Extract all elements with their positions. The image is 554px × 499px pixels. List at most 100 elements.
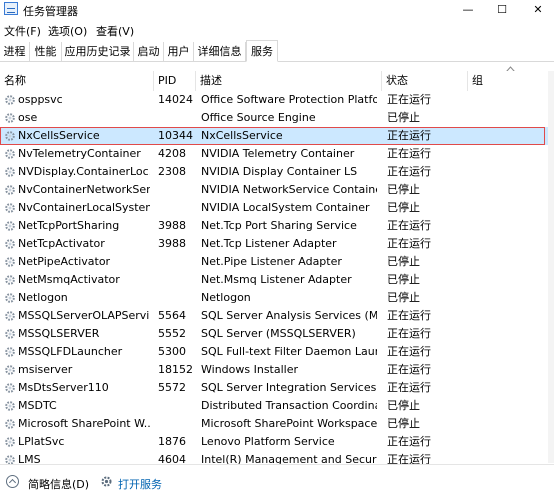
service-name: msiserver	[18, 363, 73, 376]
service-row[interactable]: NetPipeActivator Net.Pipe Listener Adapte…	[0, 253, 548, 271]
col-status[interactable]: 状态	[382, 71, 468, 91]
service-gear-icon	[5, 149, 15, 159]
service-row[interactable]: LPlatSvc 1876 Lenovo Platform Service 正在运行	[0, 433, 548, 451]
service-description: NVIDIA LocalSystem Container	[201, 201, 370, 214]
service-description: SQL Server Integration Services ...	[201, 381, 377, 394]
service-pid: 3988	[158, 219, 186, 232]
service-name: MsDtsServer110	[18, 381, 109, 394]
service-description: Windows Installer	[201, 363, 299, 376]
service-name: NvContainerNetworkSer...	[18, 183, 150, 196]
menu-options[interactable]: 选项(O)	[48, 23, 87, 39]
service-status: 已停止	[387, 111, 420, 124]
service-status: 正在运行	[387, 165, 431, 178]
service-name: Microsoft SharePoint W...	[18, 417, 150, 430]
service-pid: 5552	[158, 327, 186, 340]
service-name: NetPipeActivator	[18, 255, 111, 268]
col-group[interactable]: 组	[468, 71, 548, 91]
service-status: 正在运行	[387, 93, 431, 106]
service-name: MSSQLServerOLAPService	[18, 309, 150, 322]
tab-startup[interactable]: 启动	[134, 42, 164, 61]
service-status: 正在运行	[387, 309, 431, 322]
service-row[interactable]: msiserver 18152 Windows Installer 正在运行	[0, 361, 548, 379]
service-description: Net.Tcp Listener Adapter	[201, 237, 337, 250]
service-pid: 18152	[158, 363, 193, 376]
service-pid	[158, 289, 196, 307]
tab-users[interactable]: 用户	[164, 42, 194, 61]
col-description[interactable]: 描述	[196, 71, 382, 91]
service-gear-icon	[5, 113, 15, 123]
service-gear-icon	[5, 95, 15, 105]
service-status: 已停止	[387, 255, 420, 268]
service-row[interactable]: MSSQLFDLauncher 5300 SQL Full-text Filter …	[0, 343, 548, 361]
service-row[interactable]: MSSQLServerOLAPService 5564 SQL Server Ana…	[0, 307, 548, 325]
service-description: Net.Msmq Listener Adapter	[201, 273, 352, 286]
window-title: 任务管理器	[23, 5, 78, 18]
service-row[interactable]: MsDtsServer110 5572 SQL Server Integration…	[0, 379, 548, 397]
service-description: Office Software Protection Platfo	[201, 93, 377, 106]
service-gear-icon	[5, 311, 15, 321]
service-row[interactable]: NxCellsService 10344 NxCellsService 正在运行	[0, 127, 548, 145]
title-bar: 任务管理器 — ☐ ✕	[0, 0, 554, 20]
service-row[interactable]: NVDisplay.ContainerLoc... 2308 NVIDIA Disp…	[0, 163, 548, 181]
service-pid: 3988	[158, 237, 186, 250]
service-gear-icon	[5, 293, 15, 303]
chevron-up-circle-icon[interactable]	[6, 475, 19, 488]
minimize-button[interactable]: —	[454, 0, 482, 20]
service-description: Net.Tcp Port Sharing Service	[201, 219, 357, 232]
col-name[interactable]: 名称	[0, 71, 154, 91]
services-gear-icon	[101, 476, 112, 487]
service-name: NvContainerLocalSystem	[18, 201, 150, 214]
service-row[interactable]: ose Office Source Engine 已停止	[0, 109, 548, 127]
menu-view[interactable]: 查看(V)	[96, 23, 134, 39]
service-gear-icon	[5, 221, 15, 231]
service-gear-icon	[5, 347, 15, 357]
service-status: 正在运行	[387, 345, 431, 358]
service-row[interactable]: NetTcpPortSharing 3988 Net.Tcp Port Sharin…	[0, 217, 548, 235]
fewer-details-button[interactable]: 简略信息(D)	[28, 476, 89, 492]
service-name: osppsvc	[18, 93, 63, 106]
service-description: Office Source Engine	[201, 111, 316, 124]
service-row[interactable]: NvContainerLocalSystem NVIDIA LocalSystem…	[0, 199, 548, 217]
service-description: Net.Pipe Listener Adapter	[201, 255, 342, 268]
close-button[interactable]: ✕	[524, 0, 552, 20]
service-row[interactable]: Netlogon Netlogon 已停止	[0, 289, 548, 307]
service-pid: 14024	[158, 93, 193, 106]
maximize-button[interactable]: ☐	[488, 0, 516, 20]
service-row[interactable]: osppsvc 14024 Office Software Protection P…	[0, 91, 548, 109]
open-services-link[interactable]: 打开服务	[118, 476, 162, 492]
service-row[interactable]: NvTelemetryContainer 4208 NVIDIA Telemetry…	[0, 145, 548, 163]
service-pid	[158, 271, 196, 289]
service-status: 正在运行	[387, 129, 431, 142]
service-pid: 1876	[158, 435, 186, 448]
service-row[interactable]: Microsoft SharePoint W... Microsoft Share…	[0, 415, 548, 433]
service-gear-icon	[5, 329, 15, 339]
menu-file[interactable]: 文件(F)	[4, 23, 41, 39]
tab-performance[interactable]: 性能	[30, 42, 62, 61]
col-pid[interactable]: PID	[154, 71, 196, 91]
service-row[interactable]: MSDTC Distributed Transaction Coordina 已停止	[0, 397, 548, 415]
service-name: ose	[18, 111, 38, 124]
vertical-scrollbar[interactable]	[548, 71, 554, 463]
service-name: MSSQLFDLauncher	[18, 345, 123, 358]
service-row[interactable]: NvContainerNetworkSer... NVIDIA NetworkSe…	[0, 181, 548, 199]
service-name: Netlogon	[18, 291, 68, 304]
service-gear-icon	[5, 167, 15, 177]
tab-details[interactable]: 详细信息	[194, 42, 246, 61]
service-pid: 2308	[158, 165, 186, 178]
service-name: NetTcpPortSharing	[18, 219, 120, 232]
service-description: NVIDIA NetworkService Container	[201, 183, 377, 196]
service-name: NetTcpActivator	[18, 237, 105, 250]
tab-services[interactable]: 服务	[246, 40, 278, 62]
service-status: 已停止	[387, 291, 420, 304]
service-row[interactable]: MSSQLSERVER 5552 SQL Server (MSSQLSERVER) 正…	[0, 325, 548, 343]
tab-processes[interactable]: 进程	[0, 42, 30, 61]
service-row[interactable]: NetTcpActivator 3988 Net.Tcp Listener Adap…	[0, 235, 548, 253]
service-row[interactable]: NetMsmqActivator Net.Msmq Listener Adapte…	[0, 271, 548, 289]
task-manager-icon	[4, 2, 18, 15]
service-description: Lenovo Platform Service	[201, 435, 335, 448]
service-description: NVIDIA Display Container LS	[201, 165, 358, 178]
service-gear-icon	[5, 131, 15, 141]
service-pid	[158, 199, 196, 217]
column-header: 名称 PID 描述 状态 组	[0, 71, 554, 91]
tab-app-history[interactable]: 应用历史记录	[62, 42, 134, 61]
